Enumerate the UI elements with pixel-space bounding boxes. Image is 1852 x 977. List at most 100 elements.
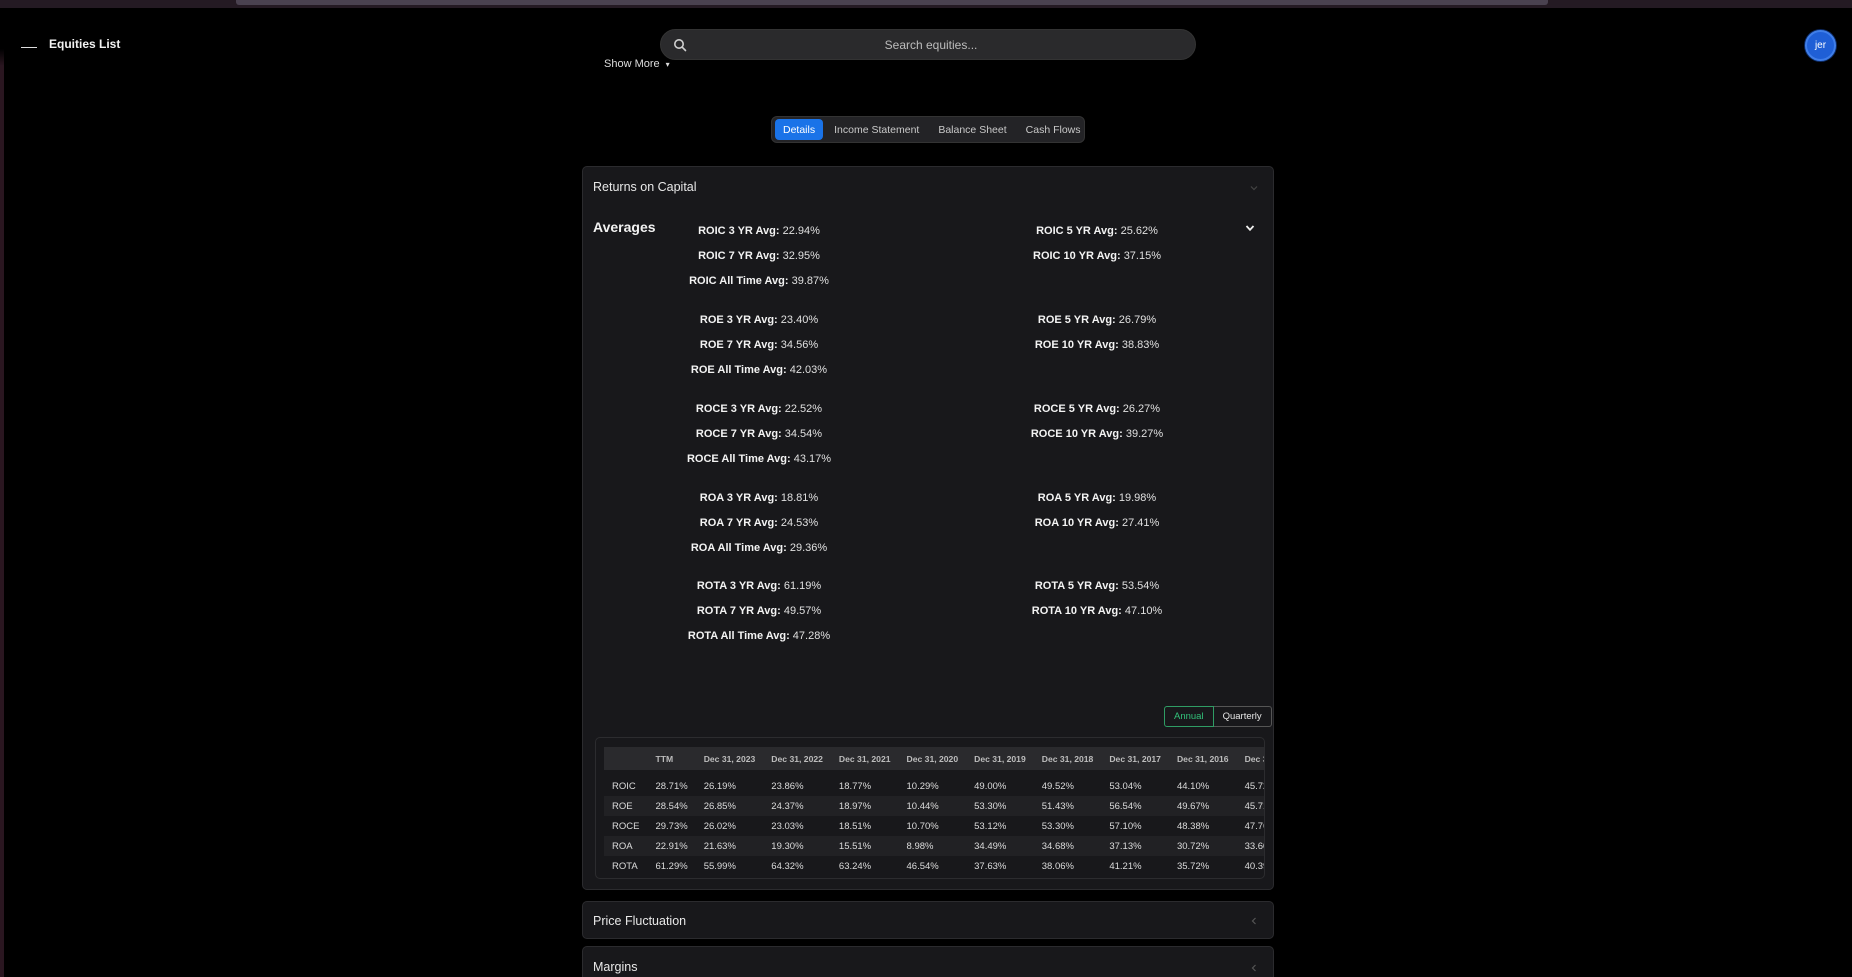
average-label: ROE 10 YR Avg: [1034,339,1119,351]
returns-table-container[interactable]: TTM Dec 31, 2023 Dec 31, 2022 Dec 31, 2021 D… [595,737,1265,879]
average-value: 34.56% [780,339,819,351]
table-cell: 61.29% [655,860,688,872]
table-cell: 40.39 [1244,860,1264,872]
average-value: 38.83% [1121,339,1160,351]
table-cell: 41.21% [1109,860,1142,872]
tab-cash-flows[interactable]: Cash Flows [1018,119,1089,140]
average-label: ROE All Time Avg: [690,364,787,376]
table-cell: 44.10% [1176,780,1210,792]
average-value: 32.95% [782,250,820,262]
chevron-left-icon[interactable] [1249,916,1259,926]
table-cell: 53.12% [974,820,1007,832]
table-row: ROCE 29.73% 26.02% 23.03% 18.51% 10.70% 53.12%… [604,816,1264,836]
average-stat: ROA 3 YR Avg: 18.81% [700,492,818,504]
tab-details[interactable]: Details [775,119,824,140]
average-stat: ROA 10 YR Avg: 27.41% [1035,517,1160,529]
table-cell: 28.71% [655,780,688,792]
table-cell: 26.02% [703,820,736,832]
row-label: ROCE [612,820,640,832]
average-value: 42.03% [789,364,828,376]
chevron-down-icon[interactable] [1249,183,1259,193]
average-label: ROIC 7 YR Avg: [698,250,780,262]
table-cell: 51.43% [1041,800,1074,812]
column-header: Dec 31, 2017 [1109,753,1161,764]
show-more-button[interactable]: Show More ▾ [604,57,670,71]
column-header [604,747,647,770]
returns-on-capital-header[interactable]: Returns on Capital [593,180,697,194]
table-cell: 49.67% [1176,800,1210,812]
period-toggle: Annual Quarterly [1164,706,1272,727]
column-header: Dec 31 [1244,753,1264,764]
column-header: Dec 31, 2021 [838,753,891,764]
average-stat: ROE All Time Avg: 42.03% [691,364,827,376]
quarterly-button[interactable]: Quarterly [1213,706,1272,727]
table-cell: 63.24% [838,860,872,872]
tab-balance-sheet[interactable]: Balance Sheet [930,119,1014,140]
average-value: 18.81% [780,492,819,504]
table-cell: 53.30% [974,800,1007,812]
menu-icon[interactable] [21,36,37,48]
horizontal-scrollbar[interactable] [0,0,1852,8]
annual-button[interactable]: Annual [1164,706,1214,727]
average-label: ROA All Time Avg: [690,542,787,554]
average-value: 26.27% [1122,403,1161,415]
table-cell: 22.91% [655,840,688,852]
search-bar[interactable] [660,29,1196,60]
table-cell: 8.98% [906,840,934,852]
table-cell: 53.30% [1041,820,1074,832]
tab-income-statement[interactable]: Income Statement [826,119,927,140]
table-cell: 18.97% [838,800,872,812]
averages-header[interactable]: Averages [593,219,656,235]
table-row: ROE 28.54% 26.85% 24.37% 18.97% 10.44% 53.30% 5… [604,796,1264,816]
avatar[interactable]: jer [1805,30,1836,61]
returns-table: TTM Dec 31, 2023 Dec 31, 2022 Dec 31, 2021 D… [604,747,1264,876]
average-stat: ROIC All Time Avg: 39.87% [689,275,829,287]
scrollbar-thumb[interactable] [236,0,1548,5]
average-value: 53.54% [1121,580,1160,592]
table-cell: 18.51% [838,820,872,832]
row-label: ROE [612,800,633,812]
top-bar: Equities List jer [0,8,1852,66]
average-stat: ROA All Time Avg: 29.36% [691,542,827,554]
caret-down-icon: ▾ [665,59,670,69]
table-cell: 35.72% [1176,860,1210,872]
average-value: 22.52% [784,403,823,415]
table-cell: 21.63% [703,840,736,852]
table-cell: 64.32% [771,860,804,872]
table-cell: 33.60 [1244,840,1264,852]
table-cell: 15.51% [838,840,872,852]
search-input[interactable] [701,30,1161,59]
table-cell: 49.00% [974,780,1007,792]
table-cell: 26.19% [703,780,736,792]
average-stat: ROCE All Time Avg: 43.17% [687,453,831,465]
chevron-left-icon[interactable] [1249,963,1259,973]
table-cell: 48.38% [1176,820,1210,832]
app-title: Equities List [49,37,121,51]
average-stat: ROE 3 YR Avg: 23.40% [700,314,818,326]
average-value: 29.36% [789,542,828,554]
average-label: ROCE 10 YR Avg: [1030,428,1123,440]
table-cell: 34.49% [974,840,1007,852]
table-cell: 34.68% [1041,840,1074,852]
average-stat: ROCE 3 YR Avg: 22.52% [696,403,822,415]
table-cell: 29.73% [655,820,688,832]
average-stat: ROIC 5 YR Avg: 25.62% [1036,225,1158,237]
column-header: Dec 31, 2019 [974,753,1026,764]
average-label: ROE 7 YR Avg: [699,339,778,351]
average-stat: ROA 5 YR Avg: 19.98% [1038,492,1156,504]
chevron-down-icon[interactable] [1245,223,1255,233]
table-cell: 10.29% [906,780,939,792]
average-label: ROCE All Time Avg: [686,453,791,465]
row-label: ROTA [612,860,638,872]
table-cell: 30.72% [1176,840,1210,852]
average-stat: ROCE 7 YR Avg: 34.54% [696,428,822,440]
table-cell: 45.72 [1244,780,1264,792]
average-value: 49.57% [783,605,822,617]
average-value: 27.41% [1121,517,1160,529]
table-cell: 38.06% [1041,860,1074,872]
table-cell: 46.54% [906,860,939,872]
column-header: Dec 31, 2020 [906,753,959,764]
table-cell: 23.86% [771,780,804,792]
price-fluctuation-panel[interactable]: Price Fluctuation [582,901,1274,939]
margins-panel[interactable]: Margins [582,946,1274,977]
